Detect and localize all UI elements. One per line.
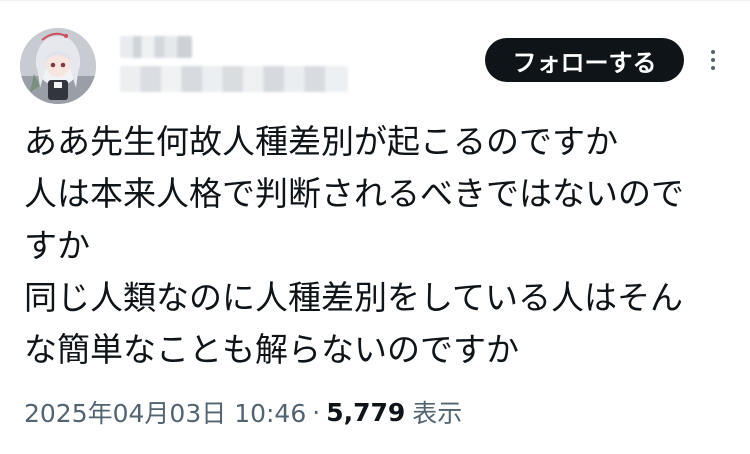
avatar-image (20, 28, 96, 104)
avatar[interactable] (20, 28, 96, 104)
more-dot (711, 66, 715, 70)
views-count: 5,779 (326, 397, 406, 427)
post-timestamp[interactable]: 2025年04月03日 10:46 (24, 394, 306, 430)
post-text-line: 人は本来人格で判断されるべきではないので (24, 174, 684, 213)
follow-button[interactable]: フォローする (485, 38, 684, 82)
username-redacted (120, 66, 348, 92)
post-header: フォローする (0, 0, 750, 120)
post-meta: 2025年04月03日 10:46 · 5,779 表示 (24, 392, 462, 432)
post-text-line: 同じ人類なのに人種差別をしている人はそん (24, 278, 684, 317)
post-text-line: すか (24, 226, 90, 265)
views-label: 表示 (412, 399, 463, 428)
post-text-line: な簡単なことも解らないのですか (24, 330, 519, 369)
more-dots-icon[interactable] (700, 44, 726, 76)
display-name-redacted (120, 36, 192, 58)
post-text-line: ああ先生何故人種差別が起こるのですか (24, 122, 618, 161)
post-text: ああ先生何故人種差別が起こるのですか 人は本来人格で判断されるべきではないので … (24, 116, 734, 376)
meta-separator: · (312, 397, 321, 427)
more-dot (711, 50, 715, 54)
more-dot (711, 58, 715, 62)
